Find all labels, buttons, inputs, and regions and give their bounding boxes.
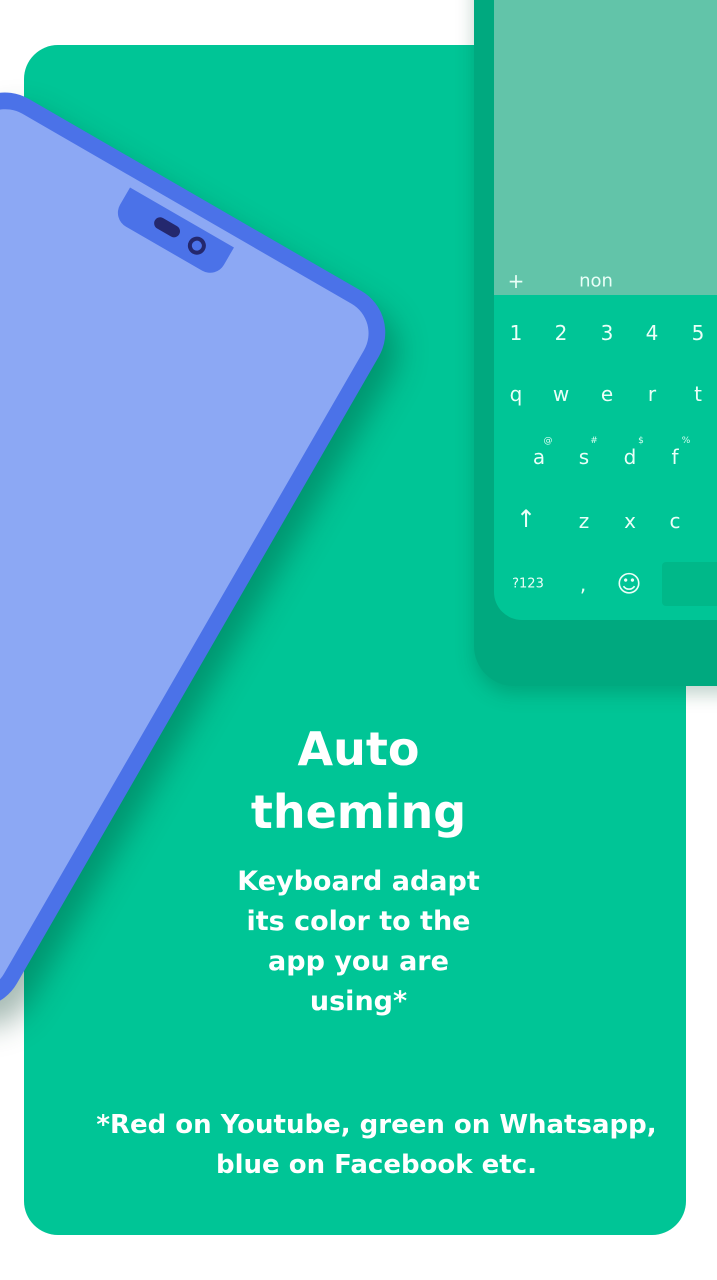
- headline-line2: theming: [250, 785, 467, 839]
- key-x[interactable]: x: [624, 509, 636, 533]
- key-d[interactable]: d: [624, 445, 637, 469]
- shift-icon[interactable]: ↑: [516, 505, 536, 533]
- key-c[interactable]: c: [670, 509, 681, 533]
- key-w[interactable]: w: [553, 382, 569, 406]
- key-t[interactable]: t: [694, 382, 702, 406]
- footnote-line1: *Red on Youtube, green on Whatsapp,: [96, 1110, 657, 1140]
- camera-icon: [184, 233, 210, 258]
- comma-key[interactable]: ,: [580, 572, 586, 596]
- speaker-icon: [151, 215, 183, 240]
- right-phone-mockup: + non 1 2 3 4 5 q w e r t @ # $ % a s d …: [474, 0, 717, 686]
- hint-dollar: $: [638, 436, 644, 446]
- key-1[interactable]: 1: [510, 321, 523, 345]
- headline-line1: Auto: [297, 722, 420, 776]
- add-icon[interactable]: +: [508, 269, 525, 293]
- subtitle-line1: Keyboard adapt: [237, 866, 480, 897]
- right-phone-screen: [494, 0, 717, 295]
- key-q[interactable]: q: [510, 382, 523, 406]
- emoji-icon[interactable]: ☺: [616, 570, 641, 598]
- subtitle-line4: using*: [309, 986, 408, 1017]
- key-a[interactable]: a: [533, 445, 545, 469]
- keyboard: + non 1 2 3 4 5 q w e r t @ # $ % a s d …: [494, 269, 717, 620]
- key-4[interactable]: 4: [646, 321, 659, 345]
- key-5[interactable]: 5: [692, 321, 705, 345]
- key-f[interactable]: f: [671, 445, 678, 469]
- footnote-line2: blue on Facebook etc.: [215, 1150, 537, 1180]
- hint-hash: #: [590, 436, 598, 446]
- subtitle-line3: app you are: [268, 946, 449, 977]
- key-r[interactable]: r: [648, 382, 656, 406]
- suggestion[interactable]: non: [579, 271, 613, 292]
- space-bar[interactable]: [662, 562, 717, 606]
- key-z[interactable]: z: [579, 509, 590, 533]
- key-2[interactable]: 2: [555, 321, 568, 345]
- key-3[interactable]: 3: [601, 321, 614, 345]
- subtitle-line2: its color to the: [246, 906, 471, 937]
- key-s[interactable]: s: [579, 445, 589, 469]
- key-e[interactable]: e: [601, 382, 613, 406]
- symbols-key[interactable]: ?123: [512, 577, 544, 592]
- hint-percent: %: [681, 436, 691, 446]
